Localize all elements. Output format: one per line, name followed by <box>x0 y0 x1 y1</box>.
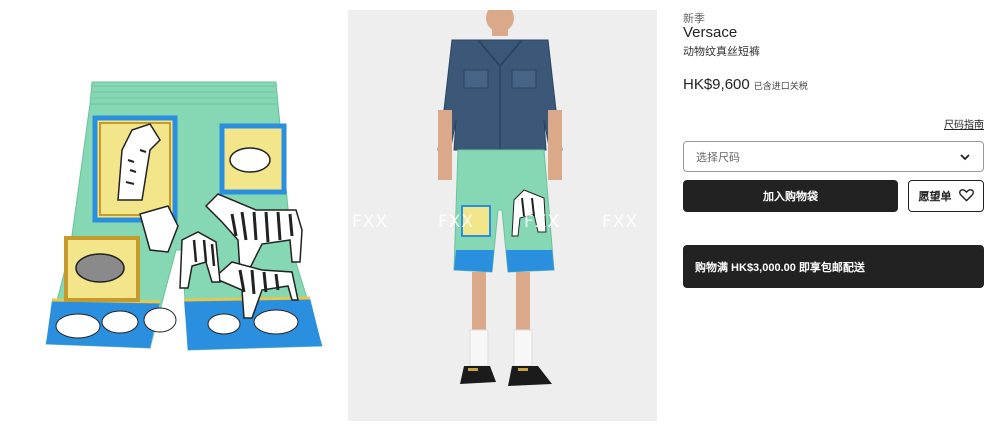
price: HK$9,600 <box>683 76 750 93</box>
heart-icon <box>958 188 974 205</box>
watermark-text: FXX <box>602 212 639 232</box>
product-info-panel: 新季 Versace 动物纹真丝短裤 HK$9,600 已含进口关税 尺码指南 … <box>683 0 984 429</box>
brand-name[interactable]: Versace <box>683 24 737 41</box>
add-to-bag-button[interactable]: 加入购物袋 <box>683 180 898 212</box>
size-select[interactable]: 选择尺码 <box>683 141 984 172</box>
watermark-text: FXX <box>352 212 389 232</box>
shipping-banner-text: 购物满 HK$3,000.00 即享包邮配送 <box>695 261 865 274</box>
watermark-text: FXX <box>524 212 561 232</box>
product-image-front[interactable] <box>0 0 340 429</box>
wishlist-label: 愿望单 <box>918 191 952 203</box>
product-image-model[interactable]: FXX FXX FXX FXX <box>348 10 657 421</box>
size-guide-link[interactable]: 尺码指南 <box>944 116 984 131</box>
free-shipping-banner: 购物满 HK$3,000.00 即享包邮配送 <box>683 245 984 288</box>
watermark-text: FXX <box>438 212 475 232</box>
chevron-down-icon <box>959 151 971 163</box>
shorts-illustration <box>45 81 323 351</box>
size-select-placeholder: 选择尺码 <box>696 151 740 164</box>
product-title: 动物纹真丝短裤 <box>683 46 760 58</box>
price-row: HK$9,600 已含进口关税 <box>683 76 808 93</box>
tax-note: 已含进口关税 <box>753 81 808 91</box>
wishlist-button[interactable]: 愿望单 <box>908 180 984 212</box>
